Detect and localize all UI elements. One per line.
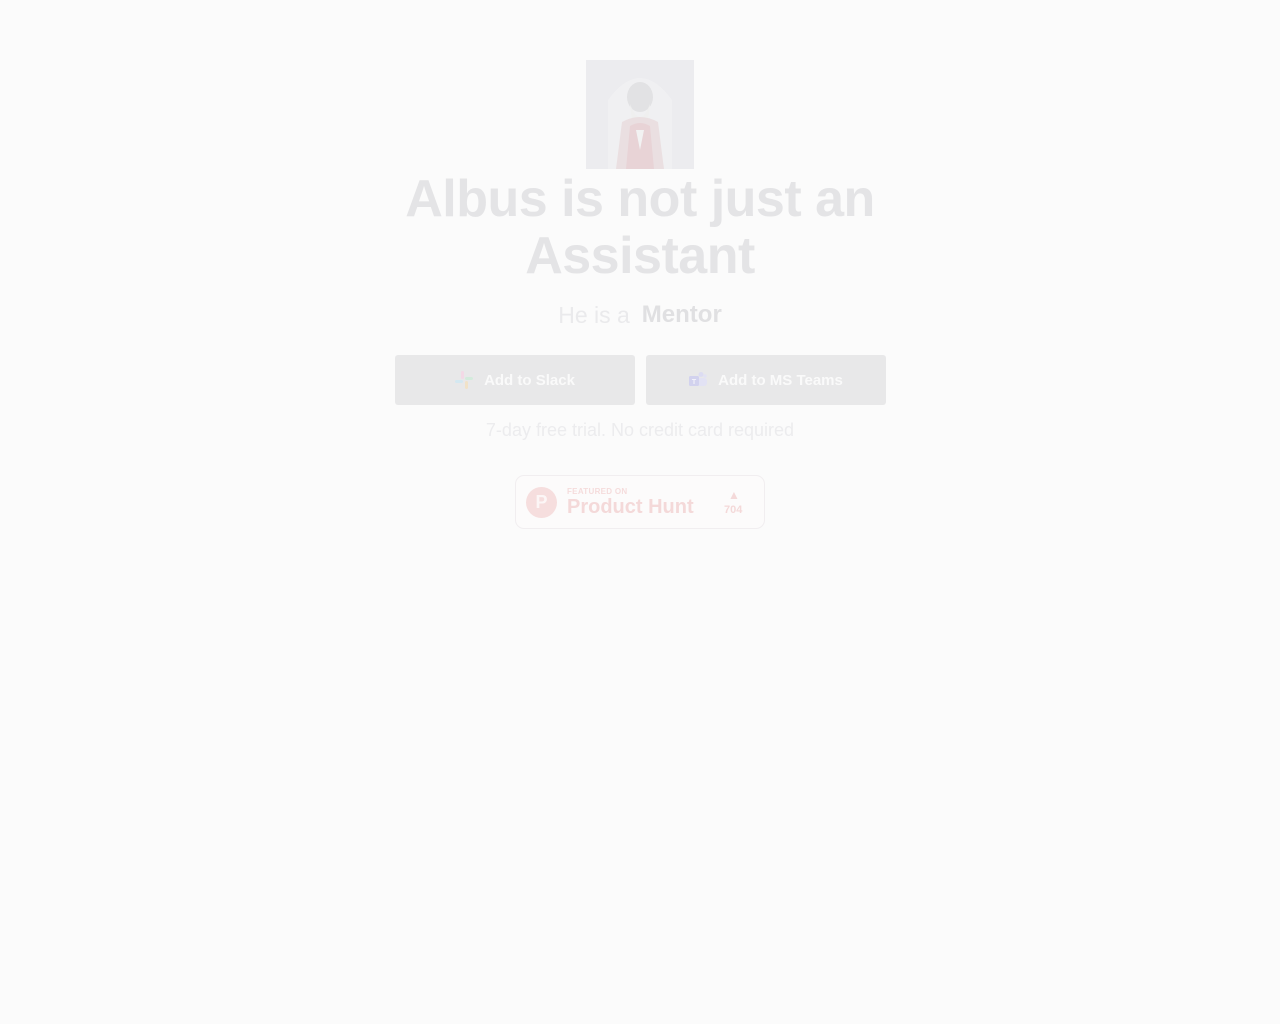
add-to-slack-label: Add to Slack [484, 371, 575, 389]
trial-note: 7-day free trial. No credit card require… [485, 420, 795, 440]
product-hunt-name: Product Hunt [567, 496, 694, 518]
product-hunt-featured-label: FEATURED ON [567, 487, 628, 496]
product-hunt-badge[interactable]: P FEATURED ON Product Hunt ▲ 704 [515, 475, 765, 529]
landing-page: Albus is not just an Assistant He is a M… [0, 0, 1280, 1024]
product-hunt-logo-icon: P [526, 487, 557, 518]
tagline-prefix: He is a [558, 301, 630, 328]
hero-section: Albus is not just an Assistant He is a M… [0, 60, 1280, 529]
headline-line-2: Assistant [525, 227, 755, 285]
page-title: Albus is not just an Assistant [360, 171, 920, 285]
upvote-count: 704 [724, 504, 743, 516]
tagline: He is a Mentor [558, 299, 722, 331]
upvote-arrow-icon: ▲ [728, 488, 740, 502]
svg-text:T: T [692, 379, 697, 386]
tagline-role: Mentor [641, 301, 722, 328]
slack-icon [454, 370, 474, 390]
add-to-ms-teams-button[interactable]: T Add to MS Teams [645, 355, 886, 405]
add-to-slack-button[interactable]: Add to Slack [394, 355, 635, 405]
ms-teams-icon: T [688, 370, 708, 390]
albus-portrait-image [586, 60, 694, 169]
headline-line-1: Albus is not just an [405, 170, 875, 228]
install-buttons: Add to Slack T Add to MS Teams [394, 355, 886, 405]
add-to-ms-teams-label: Add to MS Teams [718, 371, 843, 389]
